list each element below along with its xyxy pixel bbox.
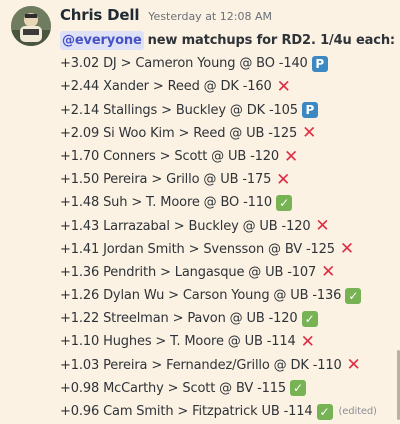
pick-text: +1.36 Pendrith > Langasque @ UB -107 <box>60 264 317 280</box>
cross-icon[interactable]: ✕ <box>346 357 362 374</box>
cross-icon[interactable]: ✕ <box>275 171 291 188</box>
pick-line: +2.09 Si Woo Kim > Reed @ UB -125 ✕ <box>60 122 394 145</box>
avatar-image-icon <box>11 6 51 46</box>
pick-text: +1.41 Jordan Smith > Svensson @ BV -125 <box>60 241 335 257</box>
pick-text: +0.96 Cam Smith > Fitzpatrick UB -114 <box>60 404 313 419</box>
cross-icon[interactable]: ✕ <box>283 148 299 165</box>
cross-icon[interactable]: ✕ <box>339 241 355 258</box>
message-timestamp[interactable]: Yesterday at 12:08 AM <box>148 10 272 23</box>
author-name[interactable]: Chris Dell <box>60 6 139 24</box>
pick-line: +1.36 Pendrith > Langasque @ UB -107 ✕ <box>60 261 394 284</box>
pending-icon[interactable]: P <box>301 102 318 119</box>
message-intro-line: @everyone new matchups for RD2. 1/4u eac… <box>60 29 395 52</box>
everyone-mention[interactable]: @everyone <box>60 31 144 51</box>
edited-label: (edited) <box>338 406 377 417</box>
pick-line: +1.41 Jordan Smith > Svensson @ BV -125 ✕ <box>60 238 394 261</box>
pick-line: +1.22 Streelman > Pavon @ UB -120 ✓ <box>60 307 394 330</box>
message-header: Chris Dell Yesterday at 12:08 AM <box>60 6 272 26</box>
pick-text: +1.22 Streelman > Pavon @ UB -120 <box>60 311 298 327</box>
pick-line: +2.44 Xander > Reed @ DK -160 ✕ <box>60 75 394 98</box>
message-content: @everyone new matchups for RD2. 1/4u eac… <box>60 29 395 423</box>
check-icon[interactable]: ✓ <box>301 310 318 327</box>
pick-line: +0.98 McCarthy > Scott @ BV -115 ✓ <box>60 377 394 400</box>
pick-text: +1.03 Pereira > Fernandez/Grillo @ DK -1… <box>60 357 342 373</box>
pick-line: +3.02 DJ > Cameron Young @ BO -140 P <box>60 52 394 75</box>
pick-text: +0.98 McCarthy > Scott @ BV -115 <box>60 380 286 396</box>
pick-line: +1.50 Pereira > Grillo @ UB -175 ✕ <box>60 168 394 191</box>
cross-icon[interactable]: ✕ <box>314 218 330 235</box>
pick-text: +1.70 Conners > Scott @ UB -120 <box>60 148 279 164</box>
pick-text: +1.43 Larrazabal > Buckley @ UB -120 <box>60 218 311 234</box>
pick-text: +2.09 Si Woo Kim > Reed @ UB -125 <box>60 125 298 141</box>
pick-line: +2.14 Stallings > Buckley @ DK -105 P <box>60 99 394 122</box>
pick-text: +2.44 Xander > Reed @ DK -160 <box>60 79 272 95</box>
check-icon[interactable]: ✓ <box>316 403 333 420</box>
cross-icon[interactable]: ✕ <box>301 125 317 142</box>
pick-line: +0.96 Cam Smith > Fitzpatrick UB -114 ✓ (e… <box>60 400 394 423</box>
cross-icon[interactable]: ✕ <box>276 78 292 95</box>
pending-icon[interactable]: P <box>311 55 328 72</box>
pick-text: +1.48 Suh > T. Moore @ BO -110 <box>60 195 273 211</box>
pick-line: +1.03 Pereira > Fernandez/Grillo @ DK -1… <box>60 354 394 377</box>
cross-icon[interactable]: ✕ <box>320 264 336 281</box>
avatar[interactable] <box>11 6 51 46</box>
pick-line: +1.70 Conners > Scott @ UB -120 ✕ <box>60 145 394 168</box>
check-icon[interactable]: ✓ <box>345 287 362 304</box>
pick-line: +1.43 Larrazabal > Buckley @ UB -120 ✕ <box>60 215 394 238</box>
pick-text: +3.02 DJ > Cameron Young @ BO -140 <box>60 56 308 72</box>
chat-message: Chris Dell Yesterday at 12:08 AM @everyo… <box>0 0 400 424</box>
pick-line: +1.10 Hughes > T. Moore @ UB -114 ✕ <box>60 330 394 353</box>
cross-icon[interactable]: ✕ <box>300 334 316 351</box>
pick-line: +1.26 Dylan Wu > Carson Young @ UB -136 ✓ <box>60 284 394 307</box>
pick-line: +1.48 Suh > T. Moore @ BO -110 ✓ <box>60 191 394 214</box>
pick-text: +1.10 Hughes > T. Moore @ UB -114 <box>60 334 296 350</box>
pick-text: +1.50 Pereira > Grillo @ UB -175 <box>60 172 272 188</box>
picks-list: +3.02 DJ > Cameron Young @ BO -140 P +2.44… <box>60 52 394 423</box>
pick-text: +2.14 Stallings > Buckley @ DK -105 <box>60 102 298 118</box>
check-icon[interactable]: ✓ <box>289 380 306 397</box>
pick-text: +1.26 Dylan Wu > Carson Young @ UB -136 <box>60 288 342 304</box>
check-icon[interactable]: ✓ <box>276 194 293 211</box>
intro-text: new matchups for RD2. 1/4u each: <box>147 33 395 48</box>
